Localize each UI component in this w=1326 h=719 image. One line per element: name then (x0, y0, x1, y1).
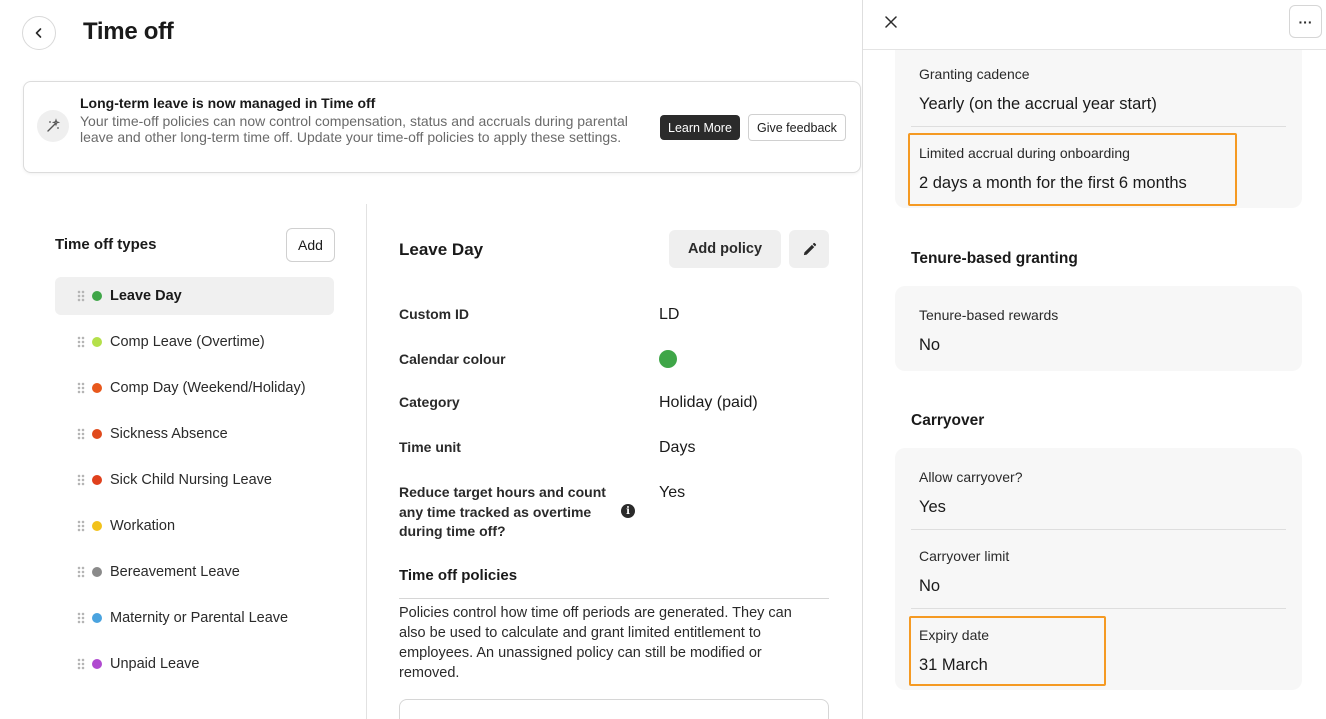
carryover-limit-label: Carryover limit (919, 548, 1010, 564)
divider (911, 608, 1286, 609)
type-label: Bereavement Leave (110, 564, 240, 580)
highlight-box (909, 616, 1106, 686)
reduce-hours-value: Yes (659, 484, 686, 501)
custom-id-label: Custom ID (399, 306, 469, 322)
policy-card[interactable] (399, 699, 829, 719)
drag-handle-icon[interactable] (77, 566, 85, 578)
back-button[interactable] (22, 16, 56, 50)
detail-title: Leave Day (399, 240, 484, 259)
granting-cadence-value: Yearly (on the accrual year start) (919, 95, 1157, 113)
type-label: Unpaid Leave (110, 656, 200, 672)
panel-header: ··· (863, 0, 1326, 50)
page-title: Time off (83, 18, 174, 45)
type-label: Comp Leave (Overtime) (110, 334, 265, 350)
add-type-button[interactable]: Add (286, 228, 335, 262)
banner-text: Your time-off policies can now control c… (80, 113, 628, 145)
learn-more-button[interactable]: Learn More (660, 115, 740, 140)
type-item-unpaid[interactable]: Unpaid Leave (55, 645, 334, 683)
color-dot (92, 383, 102, 393)
type-item-workation[interactable]: Workation (55, 507, 334, 545)
type-item-sickness-absence[interactable]: Sickness Absence (55, 415, 334, 453)
add-policy-button[interactable]: Add policy (669, 230, 781, 268)
drag-handle-icon[interactable] (77, 428, 85, 440)
allow-carryover-label: Allow carryover? (919, 469, 1023, 485)
color-dot (92, 291, 102, 301)
drag-handle-icon[interactable] (77, 612, 85, 624)
drag-handle-icon[interactable] (77, 658, 85, 670)
divider (911, 126, 1286, 127)
type-item-parental[interactable]: Maternity or Parental Leave (55, 599, 334, 637)
time-off-types-heading: Time off types (55, 236, 157, 253)
color-dot (92, 429, 102, 439)
calendar-colour-label: Calendar colour (399, 351, 506, 367)
info-icon[interactable]: i (621, 504, 635, 518)
policy-detail-panel: ··· Granting cadence Yearly (on the accr… (862, 0, 1326, 719)
custom-id-value: LD (659, 306, 680, 323)
time-unit-label: Time unit (399, 439, 461, 455)
drag-handle-icon[interactable] (77, 520, 85, 532)
time-unit-value: Days (659, 439, 696, 456)
policies-heading: Time off policies (399, 567, 518, 584)
type-label: Leave Day (110, 288, 182, 304)
chevron-left-icon (35, 28, 42, 38)
drag-handle-icon[interactable] (77, 290, 85, 302)
divider (911, 529, 1286, 530)
carryover-heading: Carryover (911, 412, 985, 429)
type-label: Comp Day (Weekend/Holiday) (110, 380, 306, 396)
main-area: Time off Long-term leave is now managed … (0, 0, 862, 719)
drag-handle-icon[interactable] (77, 474, 85, 486)
color-dot (92, 659, 102, 669)
tenure-card (895, 286, 1302, 371)
tenure-heading: Tenure-based granting (911, 250, 1078, 267)
highlight-box (908, 133, 1237, 206)
close-button[interactable] (881, 12, 901, 32)
drag-handle-icon[interactable] (77, 382, 85, 394)
color-dot (92, 567, 102, 577)
close-icon (885, 16, 897, 28)
allow-carryover-value: Yes (919, 498, 946, 516)
type-item-leave-day[interactable]: Leave Day (55, 277, 334, 315)
carryover-limit-value: No (919, 577, 941, 595)
give-feedback-button[interactable]: Give feedback (748, 114, 846, 141)
type-label: Sick Child Nursing Leave (110, 472, 272, 488)
type-item-bereavement[interactable]: Bereavement Leave (55, 553, 334, 591)
policies-description: Policies control how time off periods ar… (399, 605, 792, 681)
type-label: Maternity or Parental Leave (110, 610, 289, 626)
column-divider (366, 204, 367, 719)
granting-cadence-label: Granting cadence (919, 66, 1030, 82)
type-item-comp-leave[interactable]: Comp Leave (Overtime) (55, 323, 334, 361)
tenure-rewards-value: No (919, 336, 941, 354)
color-dot (92, 475, 102, 485)
type-item-sick-child[interactable]: Sick Child Nursing Leave (55, 461, 334, 499)
type-item-comp-day[interactable]: Comp Day (Weekend/Holiday) (55, 369, 334, 407)
category-value: Holiday (paid) (659, 394, 758, 411)
info-banner: Long-term leave is now managed in Time o… (23, 81, 861, 173)
color-dot (92, 613, 102, 623)
pencil-icon (803, 242, 816, 255)
type-label: Sickness Absence (110, 426, 228, 442)
reduce-hours-label: Reduce target hours and count any time t… (399, 484, 606, 539)
color-dot (92, 521, 102, 531)
category-label: Category (399, 394, 460, 410)
banner-title: Long-term leave is now managed in Time o… (80, 95, 376, 111)
color-dot (92, 337, 102, 347)
sparkle-icon (37, 110, 69, 142)
drag-handle-icon[interactable] (77, 336, 85, 348)
tenure-rewards-label: Tenure-based rewards (919, 307, 1059, 323)
type-label: Workation (110, 518, 176, 534)
more-options-button[interactable]: ··· (1289, 5, 1322, 38)
time-off-types-list: Leave Day Comp Leave (Overtime) Comp Day… (55, 277, 334, 691)
calendar-colour-swatch (659, 350, 677, 368)
edit-button[interactable] (789, 230, 829, 268)
divider (399, 598, 829, 599)
